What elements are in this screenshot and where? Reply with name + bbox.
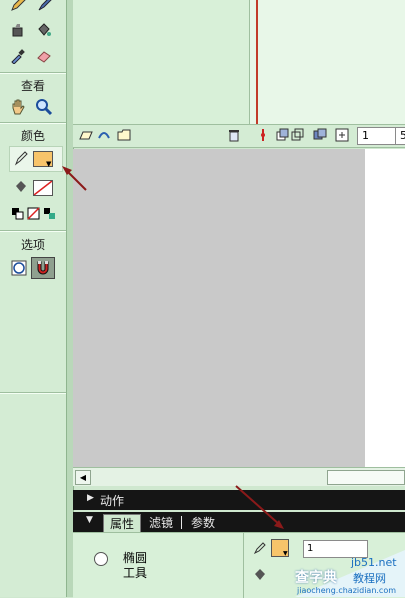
watermark-line1: 查字典 xyxy=(295,570,337,586)
annotation-arrows xyxy=(62,166,284,529)
watermark-url: jiaocheng.chazidian.com xyxy=(297,586,397,595)
watermark: jb51.net 查字典 教程网 jiaocheng.chazidian.com xyxy=(295,530,405,597)
watermark-site: jb51.net xyxy=(351,556,397,569)
watermark-line2: 教程网 xyxy=(353,572,386,585)
